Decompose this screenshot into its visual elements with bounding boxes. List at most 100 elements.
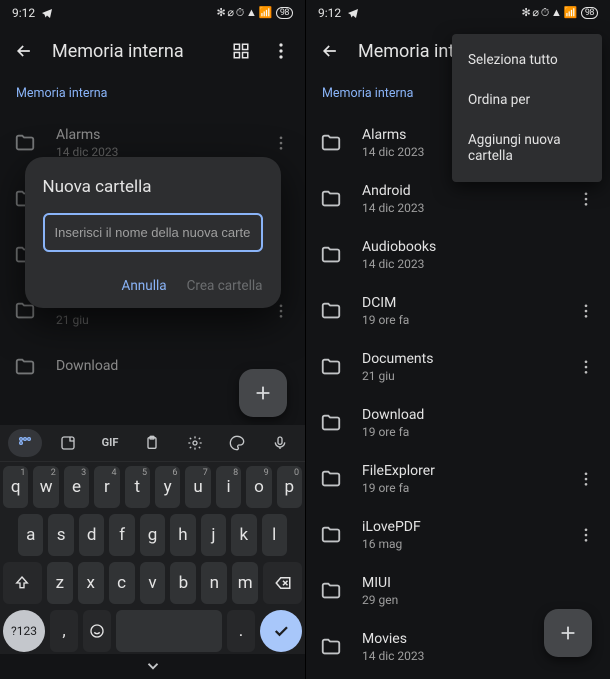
folder-icon [14,356,36,378]
file-date: 14 dic 2023 [362,257,556,271]
key-w[interactable]: w2 [33,466,58,508]
key-f[interactable]: f [109,514,134,556]
file-date: 21 giu [56,313,251,327]
key-h[interactable]: h [170,514,195,556]
key-p[interactable]: p0 [277,466,302,508]
grid-view-icon[interactable] [229,39,253,63]
phone-left: 9:12 ✻ ⌀ ⏱ ▲ 📶 98 Memoria interna Memori… [0,0,305,679]
gif-icon[interactable]: GIF [93,429,127,457]
symbols-key[interactable]: ?123 [3,610,45,652]
file-info: Android 14 dic 2023 [362,183,556,215]
key-i[interactable]: i8 [216,466,241,508]
key-g[interactable]: g [140,514,165,556]
menu-select-all[interactable]: Seleziona tutto [452,40,602,80]
key-x[interactable]: x [78,562,104,604]
item-menu-icon[interactable] [576,304,596,318]
comma-key[interactable]: , [50,610,78,652]
file-info: Download 19 ore fa [362,407,556,439]
key-v[interactable]: v [140,562,166,604]
space-key[interactable] [116,610,222,652]
folder-icon [320,188,342,210]
file-name: Alarms [56,127,251,143]
palette-icon[interactable] [220,429,254,457]
back-icon[interactable] [12,39,36,63]
settings-icon[interactable] [178,429,212,457]
keyboard: GIF q1w2e3r4t5y6u7i8o9p0 asdfghjkl zxcvb… [0,425,305,679]
key-o[interactable]: o9 [246,466,271,508]
key-l[interactable]: l [262,514,287,556]
list-item[interactable]: Download 19 ore fa [306,395,610,451]
key-r[interactable]: r4 [94,466,119,508]
list-item[interactable]: iLovePDF16 mag [306,507,610,563]
file-name: Android [362,183,556,199]
mic-icon[interactable] [263,429,297,457]
keyboard-row: ?123 , . [3,610,302,652]
file-name: Download [362,407,556,423]
file-info: Movies14 dic 2023 [362,631,556,663]
status-time: 9:12 [318,6,341,20]
clipboard-icon[interactable] [135,429,169,457]
menu-add-folder[interactable]: Aggiungi nuova cartella [452,120,602,176]
create-folder-button[interactable]: Crea cartella [187,278,263,294]
back-icon[interactable] [318,39,342,63]
key-t[interactable]: t5 [125,466,150,508]
file-info: Audiobooks14 dic 2023 [362,239,556,271]
item-menu-icon[interactable] [576,192,596,206]
period-key[interactable]: . [227,610,255,652]
folder-name-input[interactable] [43,213,263,252]
status-bar: 9:12 ✻ ⌀ ⏱ ▲ 📶 98 [306,0,610,26]
key-m[interactable]: m [232,562,258,604]
folder-icon [320,636,342,658]
file-date: 14 dic 2023 [362,201,556,215]
add-fab[interactable] [544,609,592,657]
key-n[interactable]: n [201,562,227,604]
list-item[interactable]: Audiobooks14 dic 2023 [306,227,610,283]
menu-sort-by[interactable]: Ordina per [452,80,602,120]
backspace-key[interactable] [263,562,302,604]
list-item[interactable]: FileExplorer19 ore fa [306,451,610,507]
app-bar: Memoria interna [0,26,305,76]
key-e[interactable]: e3 [64,466,89,508]
item-menu-icon[interactable] [271,136,291,150]
key-u[interactable]: u7 [185,466,210,508]
key-d[interactable]: d [79,514,104,556]
folder-icon [14,132,36,154]
folder-icon [320,468,342,490]
file-name: Documents [362,351,556,367]
item-menu-icon[interactable] [576,528,596,542]
key-a[interactable]: a [18,514,43,556]
folder-icon [320,524,342,546]
item-menu-icon[interactable] [576,360,596,374]
collapse-keyboard-icon[interactable] [0,654,305,679]
file-date: 16 mag [362,537,556,551]
add-fab[interactable] [239,369,287,417]
emoji-grid-icon[interactable] [8,429,42,457]
folder-icon [320,300,342,322]
list-item[interactable]: Documents21 giu [306,339,610,395]
list-item[interactable]: DCIM19 ore fa [306,283,610,339]
item-menu-icon[interactable] [576,472,596,486]
enter-key[interactable] [260,610,302,652]
key-c[interactable]: c [109,562,135,604]
key-s[interactable]: s [48,514,73,556]
key-b[interactable]: b [170,562,196,604]
keyboard-row: asdfghjkl [3,514,302,556]
keyboard-toolbar: GIF [0,425,305,462]
key-z[interactable]: z [47,562,73,604]
key-j[interactable]: j [201,514,226,556]
overflow-menu-icon[interactable] [269,39,293,63]
item-menu-icon[interactable] [271,304,291,318]
breadcrumb[interactable]: Memoria interna [0,76,305,115]
cancel-button[interactable]: Annulla [122,278,167,294]
key-k[interactable]: k [231,514,256,556]
file-date: 19 ore fa [362,425,556,439]
key-q[interactable]: q1 [3,466,28,508]
shift-key[interactable] [3,562,42,604]
file-list: Alarms14 dic 2023Android14 dic 2023Audio… [306,115,610,675]
emoji-key[interactable] [83,610,111,652]
key-y[interactable]: y6 [155,466,180,508]
file-name: MIUI [362,575,556,591]
sticker-icon[interactable] [51,429,85,457]
new-folder-dialog: Nuova cartella Annulla Crea cartella [25,157,281,308]
file-info: Documents21 giu [362,351,556,383]
